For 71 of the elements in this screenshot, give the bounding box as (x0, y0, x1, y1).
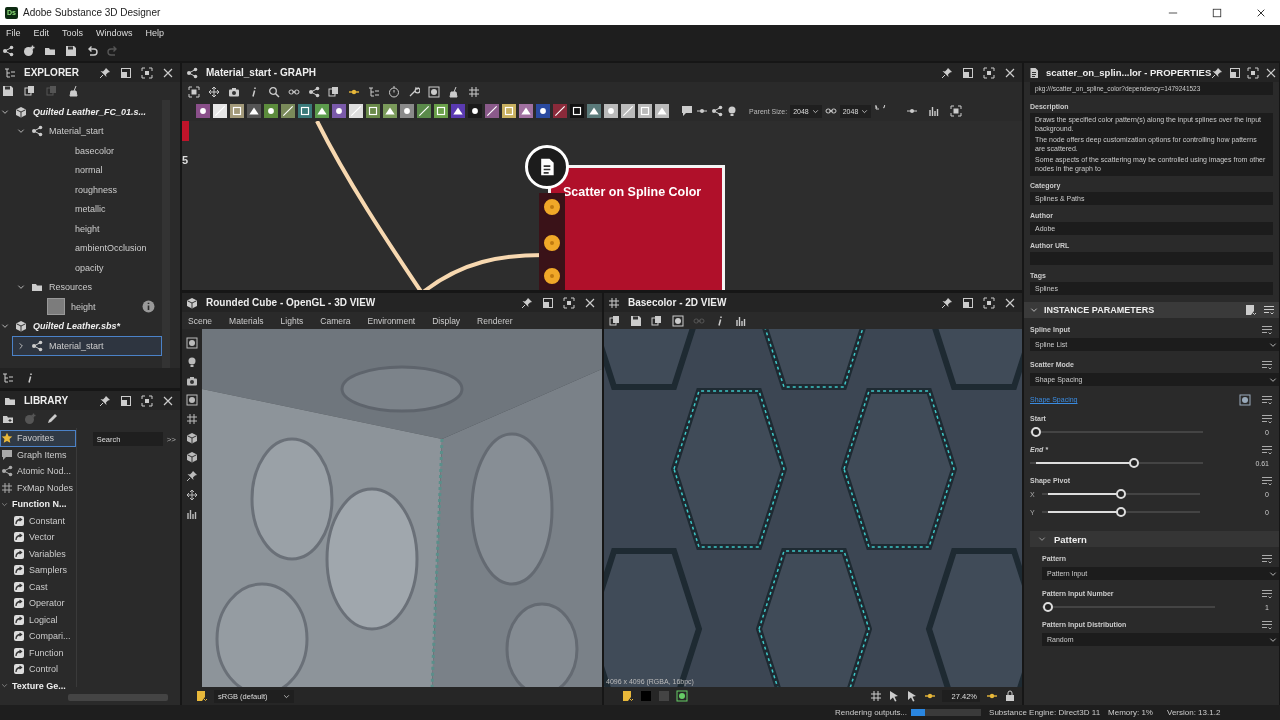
menu-item[interactable]: Environment (367, 315, 423, 326)
expand-button[interactable]: >> (166, 434, 176, 444)
library-item[interactable]: Cast (0, 578, 76, 595)
panel-title: scatter_on_splin...lor - PROPERTIES (1046, 67, 1212, 78)
section-header[interactable]: INSTANCE PARAMETERS (1024, 302, 1279, 318)
menu-item[interactable]: File (0, 28, 28, 38)
menu-item[interactable]: Camera (320, 315, 358, 326)
node-label: 5 (182, 154, 189, 166)
tree-item[interactable]: roughness (0, 180, 162, 200)
panel-title: Rounded Cube - OpenGL - 3D VIEW (206, 297, 376, 308)
library-item[interactable]: Compari... (0, 628, 76, 645)
menu-item[interactable]: Lights (280, 315, 311, 326)
tree-item[interactable]: Material_start (0, 121, 162, 141)
library-item[interactable]: Variables (0, 545, 76, 562)
menu-item[interactable]: Help (139, 28, 172, 38)
item-label: normal (75, 165, 103, 176)
tree-item[interactable]: metallic (0, 199, 162, 219)
library-item[interactable]: Vector (0, 529, 76, 546)
item-label: ambientOcclusion (75, 243, 147, 254)
item-label: opacity (75, 262, 104, 273)
group-header[interactable]: Pattern (1030, 531, 1279, 547)
menu-item[interactable]: Edit (27, 28, 57, 38)
tree-item[interactable]: basecolor (0, 141, 162, 161)
engine-text: Substance Engine: Direct3D 11 (989, 708, 1101, 717)
menu-item[interactable]: Windows (90, 28, 140, 38)
item-label: height (71, 301, 96, 312)
menu-item[interactable]: Tools (56, 28, 91, 38)
item-label: Material_start (49, 126, 104, 137)
tree-item[interactable]: height (0, 297, 162, 317)
menu-item[interactable]: Scene (188, 315, 220, 326)
item-label: Quilted Leather.sbs* (33, 321, 121, 332)
node-title: Scatter on Spline Color (563, 185, 702, 199)
library-item[interactable]: Function (0, 644, 76, 661)
item-label: basecolor (75, 145, 115, 156)
panel-title: LIBRARY (24, 395, 69, 406)
library-item[interactable]: Favorites (0, 430, 76, 447)
item-label: metallic (75, 204, 106, 215)
status-text: Rendering outputs... (835, 708, 908, 717)
menu-item[interactable]: Display (432, 315, 468, 326)
tree-item[interactable]: opacity (0, 258, 162, 278)
window-title: Adobe Substance 3D Designer (23, 7, 161, 18)
library-item[interactable]: Samplers (0, 562, 76, 579)
item-label: Resources (49, 282, 93, 293)
library-item[interactable]: Control (0, 661, 76, 678)
tree-item[interactable]: Quilted Leather_FC_01.s... (0, 102, 162, 122)
library-item[interactable]: Function N... (0, 496, 76, 513)
library-item[interactable]: Operator (0, 595, 76, 612)
tree-item[interactable]: Resources (0, 277, 162, 297)
graph-node[interactable]: Scatter on Spline Color (548, 165, 725, 290)
library-item[interactable]: Atomic Nod... (0, 463, 76, 480)
library-item[interactable]: Logical (0, 611, 76, 628)
library-item[interactable]: FxMap Nodes (0, 479, 76, 496)
menu-item[interactable]: Renderer (477, 315, 520, 326)
menu-item[interactable]: Materials (229, 315, 271, 326)
panel-title: Basecolor - 2D VIEW (628, 297, 727, 308)
tree-item[interactable]: Material_start (12, 336, 162, 356)
memory-text: Memory: 1% (1108, 708, 1153, 717)
item-label: Quilted Leather_FC_01.s... (33, 106, 147, 117)
tree-item[interactable]: normal (0, 160, 162, 180)
library-item[interactable]: Graph Items (0, 446, 76, 463)
panel-title: Material_start - GRAPH (206, 67, 317, 78)
library-item[interactable]: Texture Ge... (0, 677, 76, 694)
tree-item[interactable]: ambientOcclusion (0, 238, 162, 258)
tree-item[interactable]: height (0, 219, 162, 239)
item-label: Material_start (49, 340, 104, 351)
version-text: Version: 13.1.2 (1167, 708, 1221, 717)
panel-title: EXPLORER (24, 67, 79, 78)
tree-item[interactable]: Quilted Leather.sbs* (0, 316, 162, 336)
library-item[interactable]: Constant (0, 512, 76, 529)
item-label: height (75, 223, 100, 234)
item-label: roughness (75, 184, 118, 195)
